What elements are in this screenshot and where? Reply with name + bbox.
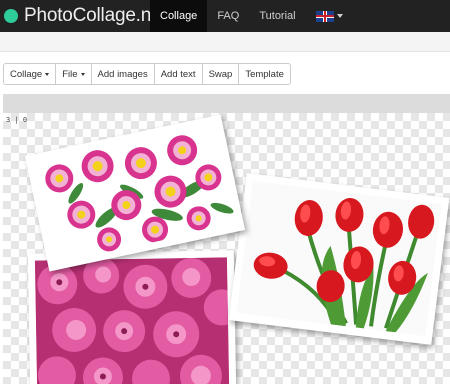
photo-image [33, 122, 237, 264]
brand-title: PhotoCollage.net [24, 5, 167, 26]
nav-faq[interactable]: FAQ [207, 0, 249, 32]
canvas-size-label: 3 | 0 [6, 116, 28, 124]
language-dropdown[interactable] [306, 0, 353, 32]
brand-logo-icon [4, 9, 18, 23]
file-menu-label: File [62, 68, 78, 80]
brand[interactable]: PhotoCollage.net [0, 0, 167, 32]
collage-menu-button[interactable]: Collage [3, 63, 57, 85]
collage-canvas[interactable]: 3 | 0 [3, 113, 450, 384]
uk-flag-icon [315, 10, 334, 22]
nav-tutorial[interactable]: Tutorial [249, 0, 305, 32]
photo-image [34, 257, 230, 384]
file-menu-button[interactable]: File [55, 63, 92, 85]
add-images-button[interactable]: Add images [90, 63, 155, 85]
tulips-image [236, 180, 442, 337]
photo-pink-roses[interactable] [27, 250, 237, 384]
daisies-image [33, 122, 237, 264]
photo-image [236, 180, 442, 337]
template-button[interactable]: Template [238, 63, 291, 85]
photo-red-tulips[interactable] [228, 173, 450, 345]
caret-down-icon [80, 72, 85, 76]
chevron-down-icon [336, 14, 343, 18]
sub-header-strip [0, 32, 450, 52]
add-text-button[interactable]: Add text [153, 63, 203, 85]
top-navbar: PhotoCollage.net Collage FAQ Tutorial [0, 0, 450, 32]
editor-toolbar: Collage File Add images Add text Swap Te… [3, 63, 291, 85]
canvas-header-bar [3, 94, 450, 113]
collage-menu-label: Collage [10, 68, 43, 80]
roses-image [34, 257, 230, 384]
photo-pink-daisies[interactable] [24, 114, 246, 272]
swap-button[interactable]: Swap [201, 63, 240, 85]
caret-down-icon [45, 72, 50, 76]
nav-collage[interactable]: Collage [150, 0, 208, 32]
